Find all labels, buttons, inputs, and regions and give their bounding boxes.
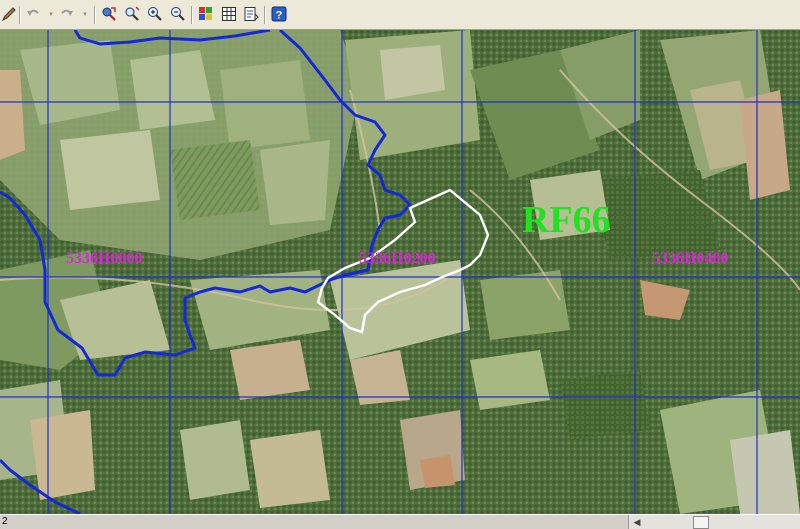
undo-button[interactable] bbox=[24, 5, 42, 23]
svg-text:?: ? bbox=[276, 10, 283, 22]
redo-dropdown[interactable]: ▾ bbox=[80, 5, 90, 23]
scroll-thumb[interactable] bbox=[693, 516, 709, 529]
table-icon bbox=[222, 7, 236, 21]
toolbar: ▾ ▾ ? bbox=[0, 0, 800, 30]
pan-button[interactable] bbox=[100, 5, 118, 23]
tile-label-1: 5336II0000 bbox=[66, 250, 142, 267]
pencil-icon bbox=[1, 7, 16, 22]
zoom-in-icon bbox=[148, 7, 162, 21]
tile-label-3: 5336II0400 bbox=[652, 250, 728, 267]
zoom-out-icon bbox=[171, 7, 185, 21]
scroll-left-icon[interactable]: ◀ bbox=[631, 516, 643, 528]
layers-icon bbox=[199, 7, 212, 20]
status-text: 2 bbox=[2, 516, 8, 527]
redo-button[interactable] bbox=[58, 5, 76, 23]
zoom-out-button[interactable] bbox=[169, 5, 187, 23]
zoom-extent-button[interactable] bbox=[123, 5, 141, 23]
zoom-in-button[interactable] bbox=[146, 5, 164, 23]
layers-button[interactable] bbox=[197, 5, 215, 23]
help-button[interactable]: ? bbox=[270, 5, 288, 23]
pan-icon bbox=[102, 7, 116, 21]
report-button[interactable] bbox=[242, 5, 260, 23]
status-bar: 2 ◀ bbox=[0, 514, 800, 529]
help-icon: ? bbox=[271, 6, 287, 22]
map-canvas[interactable]: 5336II0000 5336II0200 5336II0400 RF66 bbox=[0, 30, 800, 514]
horizontal-scrollbar[interactable]: ◀ bbox=[628, 515, 800, 529]
feature-label: RF66 bbox=[522, 199, 611, 241]
undo-dropdown[interactable]: ▾ bbox=[46, 5, 56, 23]
zoom-extent-icon bbox=[125, 6, 140, 21]
report-icon bbox=[244, 7, 259, 21]
map-view[interactable]: 5336II0000 5336II0200 5336II0400 RF66 bbox=[0, 30, 800, 514]
table-button[interactable] bbox=[220, 5, 238, 23]
redo-icon bbox=[61, 9, 73, 16]
tile-label-2: 5336II0200 bbox=[359, 250, 435, 267]
undo-icon bbox=[27, 9, 39, 16]
edit-tool-button[interactable] bbox=[0, 5, 18, 23]
